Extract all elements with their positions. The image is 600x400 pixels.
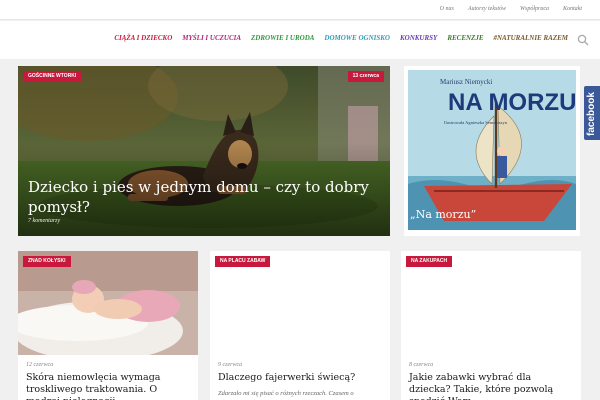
nav-item-home[interactable]: DOMOWE OGNISKO bbox=[324, 34, 390, 42]
hero-title[interactable]: Dziecko i pies w jednym domu – czy to do… bbox=[28, 177, 378, 217]
nav-item-pregnancy[interactable]: CIĄŻA I DZIECKO bbox=[114, 34, 172, 42]
hero-article[interactable]: GOŚCINNE WTORKI 13 czerwca Dziecko i pie… bbox=[18, 66, 390, 236]
hero-category-badge[interactable]: GOŚCINNE WTORKI bbox=[23, 71, 82, 82]
nav-item-naturally-together[interactable]: #NATURALNIE RAZEM bbox=[494, 34, 569, 42]
hero-date-badge: 13 czerwca bbox=[347, 71, 384, 82]
nav-item-contests[interactable]: KONKURSY bbox=[400, 34, 437, 42]
card-category-badge[interactable]: NA ZAKUPACH bbox=[406, 256, 453, 267]
top-utility-bar: O nas Autorzy tekstów Współpraca Kontakt bbox=[0, 0, 600, 20]
book-title: NA MORZU bbox=[448, 89, 576, 116]
card-category-badge[interactable]: NA PLACU ZABAW bbox=[215, 256, 271, 267]
card-title[interactable]: Skóra niemowlęcia wymaga troskliwego tra… bbox=[26, 372, 186, 400]
article-card[interactable]: NA PLACU ZABAW 9 czerwca Dlaczego fajerw… bbox=[210, 251, 390, 400]
card-title[interactable]: Dlaczego fajerwerki świecą? bbox=[218, 372, 378, 384]
book-author: Mariusz Niemycki bbox=[440, 78, 492, 86]
top-link-about[interactable]: O nas bbox=[440, 6, 454, 12]
nav-item-thoughts[interactable]: MYŚLI I UCZUCIA bbox=[182, 34, 241, 42]
facebook-label: facebook bbox=[586, 92, 597, 136]
nav-item-reviews[interactable]: RECENZJE bbox=[447, 34, 483, 42]
nav-item-health[interactable]: ZDROWIE I URODA bbox=[251, 34, 314, 42]
search-icon[interactable] bbox=[577, 34, 589, 46]
hero-comments[interactable]: 7 komentarzy bbox=[28, 218, 60, 224]
article-card[interactable]: ZNAD KOŁYSKI 12 czerwca Skóra niemowlęci… bbox=[18, 251, 198, 400]
facebook-tab[interactable]: facebook bbox=[584, 86, 600, 140]
card-date: 9 czerwca bbox=[218, 362, 243, 368]
card-category-badge[interactable]: ZNAD KOŁYSKI bbox=[23, 256, 71, 267]
card-excerpt: Zdarzało mi się pisać o różnych rzeczach… bbox=[218, 390, 354, 397]
top-link-authors[interactable]: Autorzy tekstów bbox=[468, 6, 506, 12]
top-links: O nas Autorzy tekstów Współpraca Kontakt bbox=[440, 6, 582, 12]
card-date: 12 czerwca bbox=[26, 362, 54, 368]
card-title[interactable]: Jakie zabawki wybrać dla dziecka? Takie,… bbox=[409, 372, 569, 400]
book-subtitle: Ilustrowała Agnieszka Semaniszyn bbox=[444, 120, 508, 125]
card-date: 8 czerwca bbox=[409, 362, 434, 368]
top-link-cooperation[interactable]: Współpraca bbox=[520, 6, 549, 12]
main-navigation: CIĄŻA I DZIECKO MYŚLI I UCZUCIA ZDROWIE … bbox=[0, 21, 600, 59]
featured-caption[interactable]: „Na morzu” bbox=[410, 208, 476, 221]
category-menu: CIĄŻA I DZIECKO MYŚLI I UCZUCIA ZDROWIE … bbox=[114, 34, 568, 42]
featured-book-article[interactable]: Mariusz Niemycki NA MORZU Ilustrowała Ag… bbox=[404, 66, 580, 236]
article-card[interactable]: NA ZAKUPACH 8 czerwca Jakie zabawki wybr… bbox=[401, 251, 581, 400]
top-link-contact[interactable]: Kontakt bbox=[563, 6, 582, 12]
